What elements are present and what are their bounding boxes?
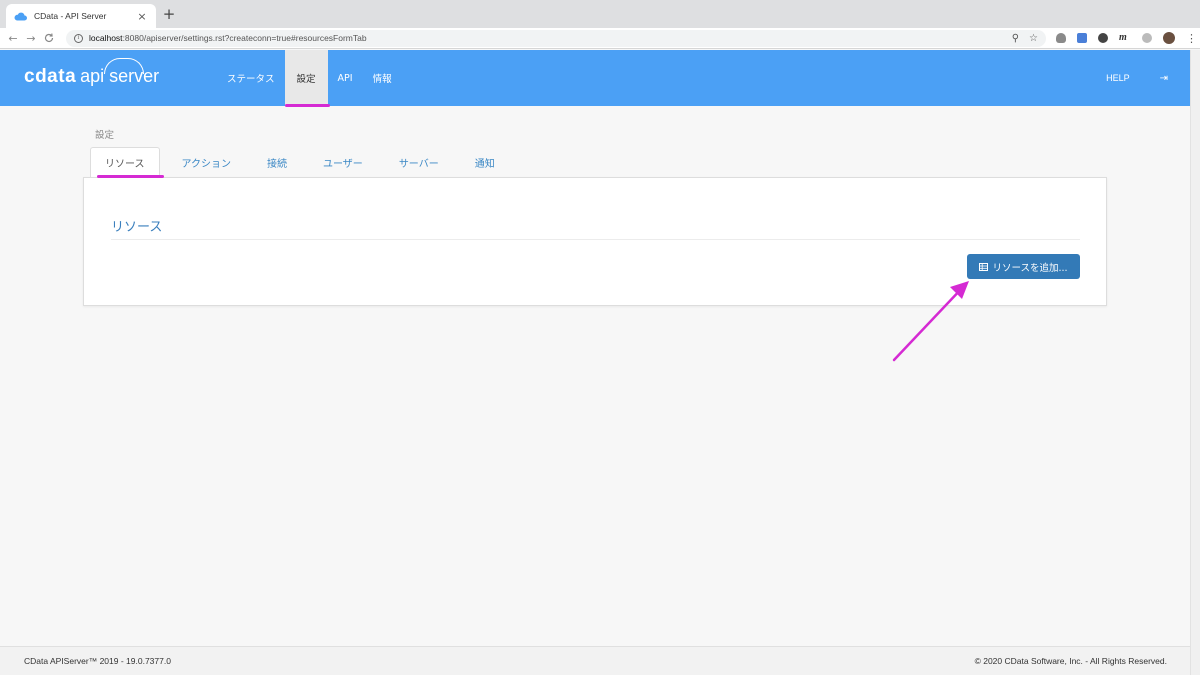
main-nav: ステータス 設定 API 情報 — [217, 50, 402, 106]
url-path: :8080/apiserver/settings.rst?createconn=… — [122, 33, 367, 43]
cloud-extension-icon[interactable] — [1056, 33, 1066, 43]
address-bar[interactable]: i localhost:8080/apiserver/settings.rst?… — [66, 29, 1046, 47]
cdata-logo[interactable]: cdata api server — [24, 58, 159, 88]
close-icon[interactable]: × — [136, 10, 148, 23]
info-icon[interactable]: i — [74, 33, 83, 43]
help-link[interactable]: HELP — [1106, 73, 1130, 83]
tab-notifications[interactable]: 通知 — [461, 147, 509, 178]
nav-api[interactable]: API — [328, 50, 363, 106]
browser-tabstrip: CData - API Server × + — [0, 0, 1200, 28]
translate-extension-icon[interactable] — [1077, 33, 1087, 43]
footer-copyright: © 2020 CData Software, Inc. - All Rights… — [974, 656, 1167, 666]
page-scrollbar[interactable] — [1190, 50, 1200, 675]
tab-actions[interactable]: アクション — [168, 147, 246, 178]
extension-icons: m ⋮ — [1056, 32, 1197, 45]
settings-highlight-underline — [285, 104, 330, 107]
breadcrumb: 設定 — [95, 130, 115, 141]
footer-version: CData APIServer™ 2019 - 19.0.7377.0 — [24, 656, 171, 666]
table-icon — [979, 262, 989, 271]
nav-info[interactable]: 情報 — [363, 50, 402, 106]
logo-cloud-arc-icon — [104, 58, 144, 74]
browser-tab-title: CData - API Server — [34, 11, 107, 21]
url-text: localhost:8080/apiserver/settings.rst?cr… — [89, 33, 1002, 43]
zoom-icon[interactable]: ⚲ — [1012, 33, 1019, 44]
tab-connections[interactable]: 接続 — [253, 147, 301, 178]
add-resource-button[interactable]: リソースを追加... — [967, 254, 1080, 279]
panel-title: リソース — [111, 220, 163, 235]
tab-resources[interactable]: リソース — [90, 147, 160, 178]
m-extension-icon[interactable]: m — [1119, 33, 1131, 43]
profile-avatar-icon[interactable] — [1163, 32, 1175, 44]
logout-icon[interactable]: ⇥ — [1160, 73, 1168, 84]
circle-extension-icon[interactable] — [1098, 33, 1108, 43]
back-arrow-icon[interactable]: ← — [4, 29, 22, 47]
add-resource-label: リソースを追加... — [992, 262, 1068, 274]
tab-users[interactable]: ユーザー — [309, 147, 377, 178]
forward-arrow-icon[interactable]: → — [22, 29, 40, 47]
new-tab-icon[interactable]: + — [161, 6, 177, 22]
settings-tabs: リソース アクション 接続 ユーザー サーバー 通知 — [90, 147, 517, 178]
resources-highlight-underline — [97, 175, 164, 178]
nav-settings[interactable]: 設定 — [284, 50, 328, 106]
cloud-favicon-icon — [14, 9, 28, 23]
page-footer: CData APIServer™ 2019 - 19.0.7377.0 © 20… — [0, 646, 1190, 675]
panel-divider — [111, 239, 1080, 240]
browser-menu-icon[interactable]: ⋮ — [1186, 32, 1197, 45]
app-header: cdata api server ステータス 設定 API 情報 HELP ⇥ — [0, 50, 1190, 106]
annotation-arrow — [892, 281, 969, 362]
bookmark-star-icon[interactable]: ☆ — [1029, 33, 1038, 44]
logo-cdata-text: cdata — [24, 66, 77, 87]
reload-icon[interactable] — [40, 29, 58, 47]
browser-tab[interactable]: CData - API Server × — [6, 4, 156, 28]
tab-server[interactable]: サーバー — [385, 147, 453, 178]
header-right: HELP ⇥ — [1106, 50, 1168, 106]
url-host: localhost — [89, 33, 123, 43]
browser-toolbar: ← → i localhost:8080/apiserver/settings.… — [0, 28, 1200, 49]
gray-extension-icon[interactable] — [1142, 33, 1152, 43]
nav-status[interactable]: ステータス — [217, 50, 285, 106]
